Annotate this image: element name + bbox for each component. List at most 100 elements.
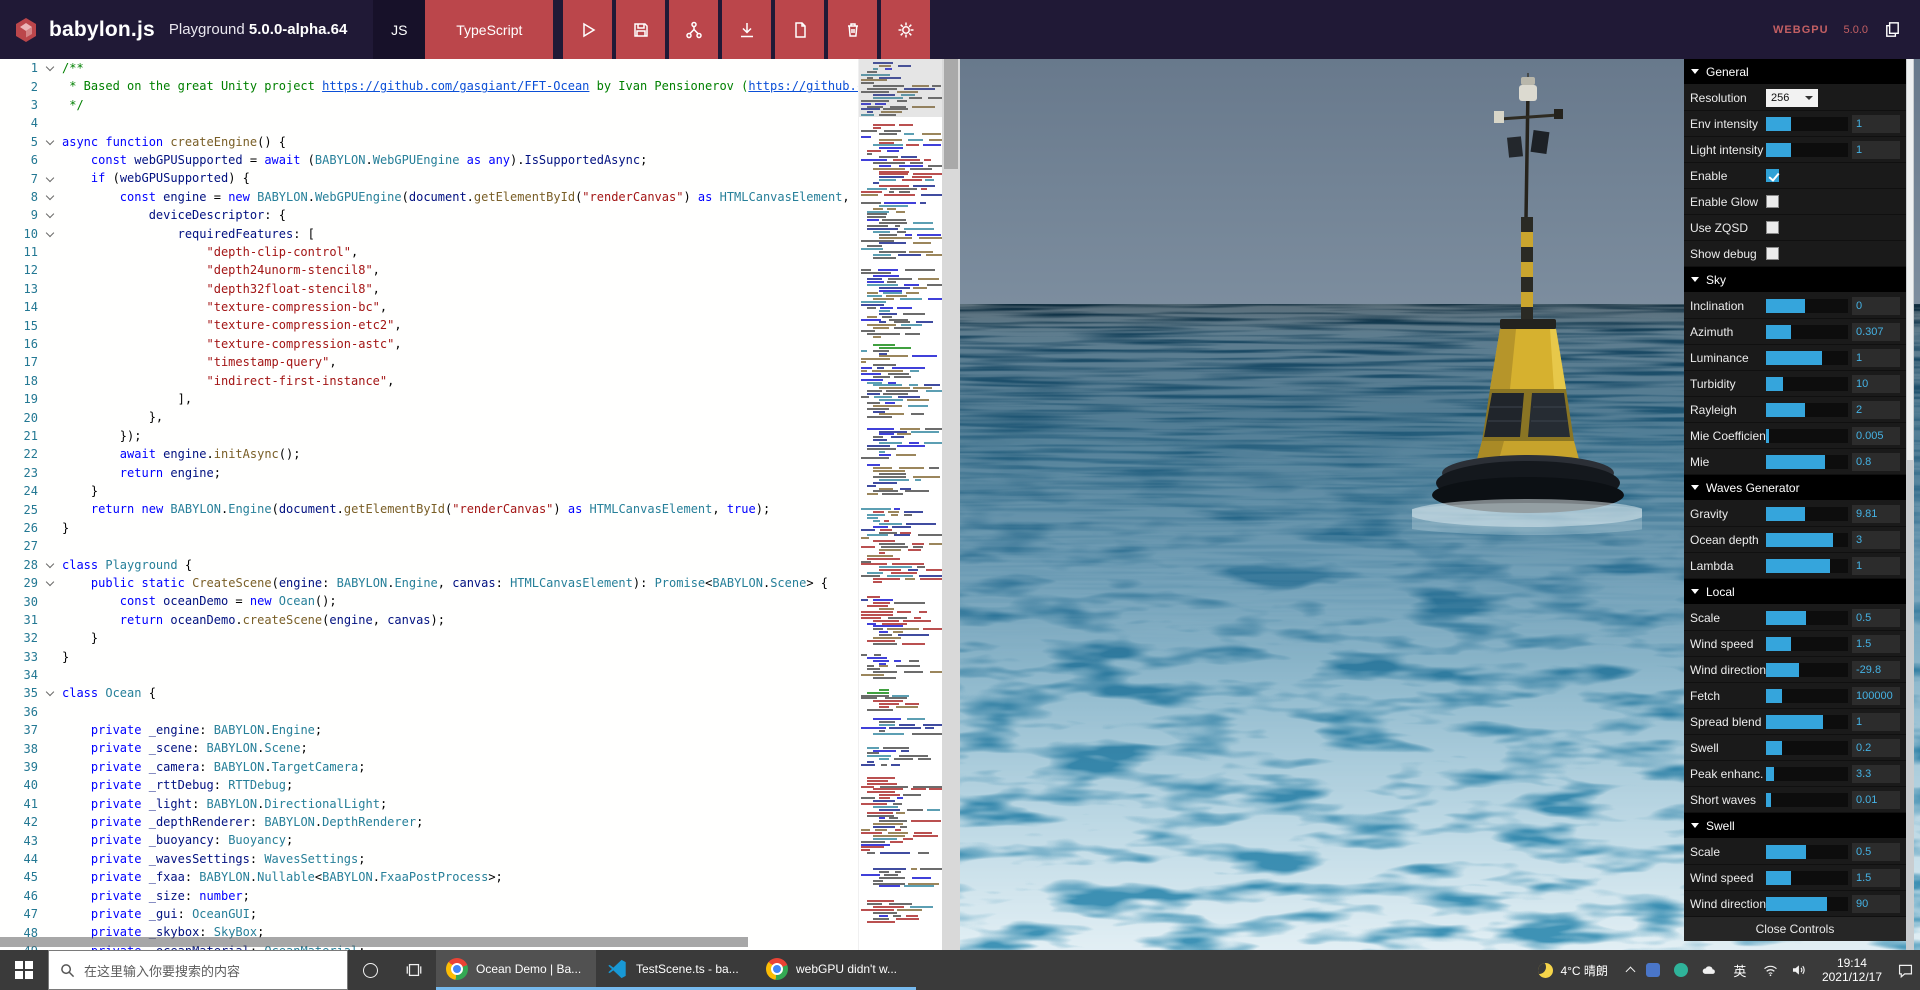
volume-icon[interactable]	[1790, 962, 1807, 979]
slider[interactable]	[1766, 844, 1848, 859]
gui-section-header[interactable]: Sky	[1684, 267, 1906, 293]
weather-widget[interactable]: 4°C 晴朗	[1530, 962, 1615, 979]
slider[interactable]	[1766, 610, 1848, 625]
fold-toggle-icon[interactable]	[38, 225, 62, 243]
chat-app-icon[interactable]	[1645, 962, 1662, 979]
value-input[interactable]: 0.2	[1852, 738, 1900, 757]
slider[interactable]	[1766, 662, 1848, 677]
value-input[interactable]: 1	[1852, 114, 1900, 133]
code-editor[interactable]: 1 /** 2 * Based on the great Unity project…	[0, 59, 960, 950]
start-button[interactable]	[0, 950, 48, 990]
editor-horizontal-scrollbar[interactable]	[0, 937, 748, 947]
input-language-indicator[interactable]: 英	[1729, 961, 1751, 980]
settings-button[interactable]	[881, 0, 931, 59]
value-input[interactable]: 90	[1852, 894, 1900, 913]
checkbox[interactable]	[1766, 247, 1779, 260]
inspector-button[interactable]	[669, 0, 719, 59]
tab-typescript[interactable]: TypeScript	[425, 0, 554, 59]
tray-expand-icon[interactable]	[1625, 966, 1636, 977]
slider[interactable]	[1766, 350, 1848, 365]
value-input[interactable]: 1	[1852, 348, 1900, 367]
value-input[interactable]: 1	[1852, 140, 1900, 159]
taskbar-search-input[interactable]: 在这里输入你要搜索的内容	[48, 950, 348, 990]
slider[interactable]	[1766, 376, 1848, 391]
action-center-icon[interactable]	[1897, 962, 1914, 979]
value-input[interactable]: 0	[1852, 296, 1900, 315]
gui-section-header[interactable]: Local	[1684, 579, 1906, 605]
fold-toggle-icon[interactable]	[38, 188, 62, 206]
onedrive-cloud-icon[interactable]	[1701, 962, 1718, 979]
value-input[interactable]: 1	[1852, 556, 1900, 575]
gui-scrollbar[interactable]	[1906, 59, 1914, 950]
taskbar-app-button[interactable]: webGPU didn't w...	[756, 950, 916, 990]
value-input[interactable]: 10	[1852, 374, 1900, 393]
value-input[interactable]: 0.8	[1852, 452, 1900, 471]
cortana-button[interactable]	[348, 950, 392, 990]
value-input[interactable]: 0.01	[1852, 790, 1900, 809]
value-input[interactable]: 9.81	[1852, 504, 1900, 523]
gui-section-header[interactable]: Waves Generator	[1684, 475, 1906, 501]
value-input[interactable]: 3	[1852, 530, 1900, 549]
value-input[interactable]: 0.5	[1852, 608, 1900, 627]
new-file-button[interactable]	[775, 0, 825, 59]
slider[interactable]	[1766, 142, 1848, 157]
babylon-logo[interactable]: babylon.js	[0, 16, 169, 44]
fold-toggle-icon[interactable]	[38, 59, 62, 77]
slider[interactable]	[1766, 558, 1848, 573]
value-input[interactable]: 1.5	[1852, 634, 1900, 653]
tab-js[interactable]: JS	[373, 0, 426, 59]
gui-scrollbar-thumb[interactable]	[1907, 59, 1913, 460]
gui-section-header[interactable]: General	[1684, 59, 1906, 85]
slider[interactable]	[1766, 324, 1848, 339]
slider[interactable]	[1766, 402, 1848, 417]
value-input[interactable]: 0.5	[1852, 842, 1900, 861]
slider[interactable]	[1766, 506, 1848, 521]
value-input[interactable]: 2	[1852, 400, 1900, 419]
value-input[interactable]: -29.8	[1852, 660, 1900, 679]
slider[interactable]	[1766, 870, 1848, 885]
slider[interactable]	[1766, 766, 1848, 781]
fold-toggle-icon[interactable]	[38, 556, 62, 574]
slider[interactable]	[1766, 792, 1848, 807]
slider[interactable]	[1766, 688, 1848, 703]
slider[interactable]	[1766, 454, 1848, 469]
task-view-button[interactable]	[392, 950, 436, 990]
minimap-slider[interactable]	[859, 59, 942, 117]
value-input[interactable]: 0.005	[1852, 426, 1900, 445]
checkbox[interactable]	[1766, 169, 1779, 182]
fold-toggle-icon[interactable]	[38, 206, 62, 224]
slider[interactable]	[1766, 740, 1848, 755]
save-button[interactable]	[616, 0, 666, 59]
scrollbar-thumb[interactable]	[944, 59, 958, 169]
editor-vertical-scrollbar[interactable]	[942, 59, 960, 950]
taskbar-clock[interactable]: 19:14 2021/12/17	[1818, 956, 1886, 984]
clear-button[interactable]	[828, 0, 878, 59]
checkbox[interactable]	[1766, 195, 1779, 208]
download-button[interactable]	[722, 0, 772, 59]
fold-toggle-icon[interactable]	[38, 133, 62, 151]
slider[interactable]	[1766, 532, 1848, 547]
copy-icon[interactable]	[1883, 20, 1902, 39]
value-input[interactable]: 100000	[1852, 686, 1900, 705]
messaging-app-icon[interactable]	[1673, 962, 1690, 979]
fold-toggle-icon[interactable]	[38, 574, 62, 592]
fold-toggle-icon[interactable]	[38, 170, 62, 188]
fold-toggle-icon[interactable]	[38, 684, 62, 702]
slider[interactable]	[1766, 428, 1848, 443]
value-input[interactable]: 1.5	[1852, 868, 1900, 887]
slider[interactable]	[1766, 714, 1848, 729]
gui-section-header[interactable]: Swell	[1684, 813, 1906, 839]
slider[interactable]	[1766, 298, 1848, 313]
value-input[interactable]: 3.3	[1852, 764, 1900, 783]
run-button[interactable]	[563, 0, 613, 59]
slider[interactable]	[1766, 896, 1848, 911]
close-controls-button[interactable]: Close Controls	[1684, 917, 1906, 941]
value-input[interactable]: 0.307	[1852, 322, 1900, 341]
render-canvas[interactable]: General Resolution 256 Env intensity 1 Light …	[960, 59, 1920, 950]
select[interactable]: 256	[1766, 88, 1818, 107]
minimap[interactable]	[858, 59, 942, 950]
taskbar-app-button[interactable]: Ocean Demo | Ba...	[436, 950, 596, 990]
slider[interactable]	[1766, 636, 1848, 651]
taskbar-app-button[interactable]: TestScene.ts - ba...	[596, 950, 756, 990]
value-input[interactable]: 1	[1852, 712, 1900, 731]
